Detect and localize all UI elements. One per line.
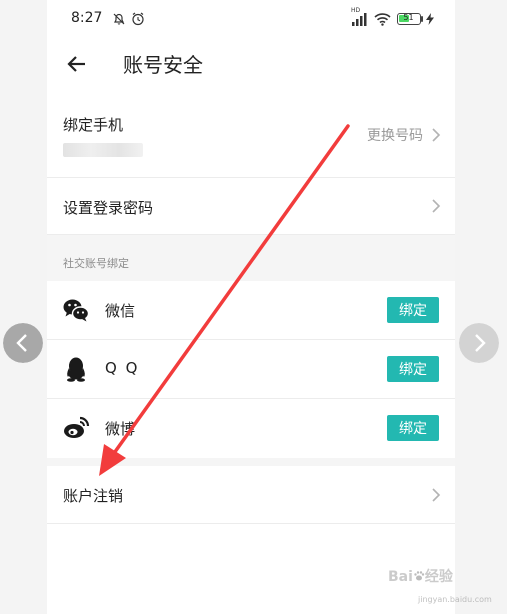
carousel-next-button[interactable] <box>459 323 499 363</box>
watermark-brand-right: 经验 <box>424 569 453 585</box>
qq-icon <box>67 357 85 382</box>
social-row-qq: Q Q 绑定 <box>47 340 455 399</box>
bind-wechat-button[interactable]: 绑定 <box>387 297 439 323</box>
battery-icon: 51 <box>397 13 421 25</box>
watermark-logo: Bai 经验 <box>388 566 453 586</box>
bind-qq-button[interactable]: 绑定 <box>387 356 439 382</box>
page-title: 账号安全 <box>123 53 203 77</box>
social-label-wechat: 微信 <box>105 302 136 320</box>
arrow-left-icon[interactable] <box>63 50 91 78</box>
watermark-url: jingyan.baidu.com <box>418 595 492 604</box>
carousel-prev-button[interactable] <box>3 323 43 363</box>
social-label-qq: Q Q <box>105 359 140 377</box>
charging-icon <box>426 13 434 25</box>
social-row-wechat: 微信 绑定 <box>47 281 455 340</box>
app-header: 账号安全 <box>47 40 455 88</box>
bind-weibo-button[interactable]: 绑定 <box>387 415 439 441</box>
battery-level: 51 <box>403 13 414 22</box>
phone-number-blurred <box>63 143 143 157</box>
section-separator <box>47 458 455 466</box>
battery-cap <box>421 16 423 22</box>
login-password-row[interactable]: 设置登录密码 <box>47 178 455 235</box>
chevron-right-icon <box>432 128 441 142</box>
change-number-link[interactable]: 更换号码 <box>367 125 423 145</box>
wechat-icon <box>63 299 90 322</box>
status-bar: 8:27 HD 51 <box>47 0 455 40</box>
social-row-weibo: 微博 绑定 <box>47 399 455 458</box>
chevron-right-icon <box>432 488 441 502</box>
phone-screen: 8:27 HD 51 账号安全 绑定手机 更换号码 设置登录密码 社交账号绑定 … <box>47 0 455 614</box>
bound-phone-row[interactable]: 绑定手机 更换号码 <box>47 100 455 178</box>
social-section-band: 社交账号绑定 <box>47 235 455 281</box>
account-cancel-row[interactable]: 账户注销 <box>47 466 455 524</box>
wifi-icon <box>374 13 391 26</box>
account-cancel-label: 账户注销 <box>63 487 124 505</box>
signal-icon <box>352 13 367 26</box>
weibo-icon <box>64 416 90 438</box>
status-time: 8:27 <box>71 10 103 26</box>
watermark-brand-left: Bai <box>388 569 413 585</box>
chevron-right-icon <box>432 199 441 213</box>
login-password-label: 设置登录密码 <box>63 199 154 217</box>
paw-icon <box>414 571 425 581</box>
dnd-icon <box>113 13 125 25</box>
social-section-title: 社交账号绑定 <box>63 257 129 270</box>
alarm-icon <box>132 12 144 26</box>
social-label-weibo: 微博 <box>105 420 136 438</box>
bound-phone-label: 绑定手机 <box>63 116 124 134</box>
